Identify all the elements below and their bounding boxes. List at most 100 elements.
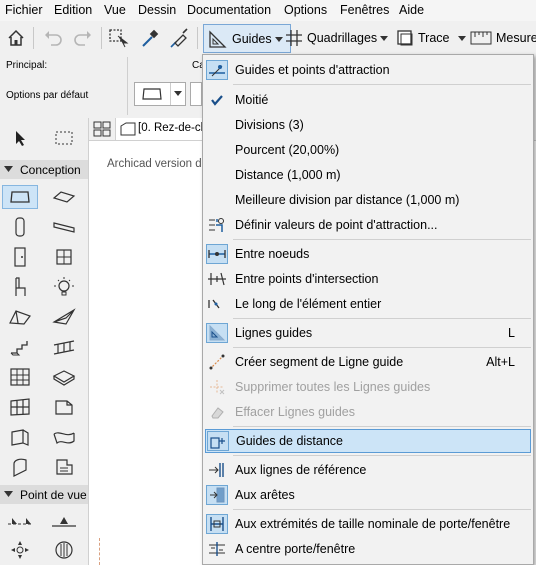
guides-label: Guides (232, 31, 272, 46)
window-tool[interactable] (46, 245, 82, 269)
menu-item-intersection-points[interactable]: Entre points d'intersection (203, 267, 533, 291)
wall-tool[interactable] (2, 185, 38, 209)
between-nodes-icon (206, 244, 228, 264)
option-field[interactable] (190, 82, 202, 106)
menu-item-distance[interactable]: Distance (1,000 m) (203, 163, 533, 187)
menu-item-half[interactable]: Moitié (203, 88, 533, 112)
menu-item-between-nodes[interactable]: Entre noeuds (203, 242, 533, 266)
zone-tool[interactable] (2, 395, 38, 419)
zone-grid-icon (10, 398, 30, 416)
section-conception[interactable]: Conception (0, 160, 88, 179)
menu-item-label: Lignes guides (235, 326, 313, 340)
menu-documentation[interactable]: Documentation (187, 3, 271, 17)
railing-tool[interactable] (46, 335, 82, 359)
trace-button[interactable]: Trace (396, 26, 450, 50)
menu-item-door-window-ends[interactable]: Aux extrémités de taille nominale de por… (203, 512, 533, 536)
menu-item-label: Guides et points d'attraction (235, 63, 390, 77)
grid-icon (286, 30, 302, 46)
menu-item-remove-all-guides[interactable]: Supprimer toutes les Lignes guides (203, 375, 533, 399)
menu-item-divisions[interactable]: Divisions (3) (203, 113, 533, 137)
library-part-tool[interactable] (46, 455, 82, 479)
wall-icon (10, 191, 30, 203)
chair-icon (15, 277, 26, 296)
slab-tool[interactable] (46, 185, 82, 209)
menu-dessin[interactable]: Dessin (138, 3, 176, 17)
redo-button[interactable] (72, 26, 94, 50)
stair-tool[interactable] (2, 335, 38, 359)
toolbox-panel: Conception Point de vue (0, 118, 89, 565)
menu-fenetres[interactable]: Fenêtres (340, 3, 389, 17)
shell-tool[interactable] (46, 305, 82, 329)
menu-item-guide-lines[interactable]: Lignes guides L (203, 321, 533, 345)
section-point-de-vue[interactable]: Point de vue (0, 485, 88, 504)
syringe-icon (170, 28, 188, 48)
menu-item-edges[interactable]: Aux arêtes (203, 483, 533, 507)
column-tool[interactable] (2, 215, 38, 239)
mesh-tool[interactable] (46, 395, 82, 419)
menu-vue[interactable]: Vue (104, 3, 126, 17)
menu-options[interactable]: Options (284, 3, 327, 17)
door-icon (14, 247, 26, 267)
guides-dropdown-button[interactable]: Guides (203, 24, 291, 53)
object-tool[interactable] (2, 275, 38, 299)
menu-fichier[interactable]: Fichier (5, 3, 43, 17)
menu-item-snap-guides[interactable]: Guides et points d'attraction (203, 58, 533, 82)
principal-label: Principal: (6, 60, 48, 71)
roof-tool[interactable] (2, 305, 38, 329)
skylight-tool[interactable] (2, 455, 38, 479)
slab-shape-icon (142, 88, 162, 100)
chevron-down-icon (4, 491, 13, 497)
interior-elevation-tool[interactable] (2, 538, 38, 562)
worksheet-tool[interactable] (46, 538, 82, 562)
morph-tool[interactable] (46, 365, 82, 389)
menu-item-whole-element[interactable]: Le long de l'élément entier (203, 292, 533, 316)
menu-item-reference-lines[interactable]: Aux lignes de référence (203, 458, 533, 482)
tab-overview-button[interactable] (93, 121, 111, 140)
menu-item-distance-guides[interactable]: Guides de distance (205, 429, 531, 453)
syringe-button[interactable] (168, 26, 190, 50)
tab-ground-floor[interactable]: [0. Rez-de-ch (115, 118, 216, 140)
menu-item-snap-settings[interactable]: Définir valeurs de point d'attraction... (203, 213, 533, 237)
home-button[interactable] (6, 26, 26, 50)
eyedropper-button[interactable] (139, 26, 161, 50)
panel-icon (11, 429, 29, 446)
menu-item-best-division[interactable]: Meilleure division par distance (1,000 m… (203, 188, 533, 212)
menu-item-create-guide-segment[interactable]: Créer segment de Ligne guide Alt+L (203, 350, 533, 374)
chevron-down-icon (380, 36, 389, 41)
beam-tool[interactable] (46, 215, 82, 239)
arrow-tool[interactable] (2, 126, 38, 150)
lamp-tool[interactable] (46, 275, 82, 299)
elevation-tool[interactable] (46, 510, 82, 534)
geometry-method-selector[interactable] (134, 82, 186, 106)
slab-icon (52, 191, 76, 203)
measure-icon (470, 31, 492, 45)
measure-button[interactable]: Mesure (470, 26, 536, 50)
trace-dropdown-button[interactable] (455, 26, 469, 50)
menu-item-label: Le long de l'élément entier (235, 297, 382, 311)
grids-dropdown-button[interactable]: Quadrillages (285, 26, 391, 50)
panel-tool[interactable] (2, 425, 38, 449)
curtain-wall-tool[interactable] (2, 365, 38, 389)
find-select-button[interactable] (108, 26, 132, 50)
section-line-icon (8, 518, 32, 525)
menu-item-percent[interactable]: Pourcent (20,00%) (203, 138, 533, 162)
intersection-points-icon (206, 269, 228, 289)
menu-item-label: Supprimer toutes les Lignes guides (235, 380, 431, 394)
terrain-tool[interactable] (46, 425, 82, 449)
menu-aide[interactable]: Aide (399, 3, 424, 17)
menu-item-erase-guides[interactable]: Effacer Lignes guides (203, 400, 533, 424)
checkmark-icon (206, 90, 228, 110)
trace-label: Trace (418, 31, 450, 45)
undo-icon (45, 31, 62, 46)
menu-edition[interactable]: Edition (54, 3, 92, 17)
section-conception-label: Conception (20, 163, 81, 177)
door-tool[interactable] (2, 245, 38, 269)
section-tool[interactable] (2, 510, 38, 534)
marquee-tool[interactable] (46, 126, 82, 150)
menu-item-label: Effacer Lignes guides (235, 405, 355, 419)
terrain-icon (53, 432, 75, 445)
shell-icon (52, 308, 76, 325)
undo-button[interactable] (42, 26, 64, 50)
menu-item-door-window-center[interactable]: A centre porte/fenêtre (203, 537, 533, 561)
redo-icon (74, 31, 91, 46)
